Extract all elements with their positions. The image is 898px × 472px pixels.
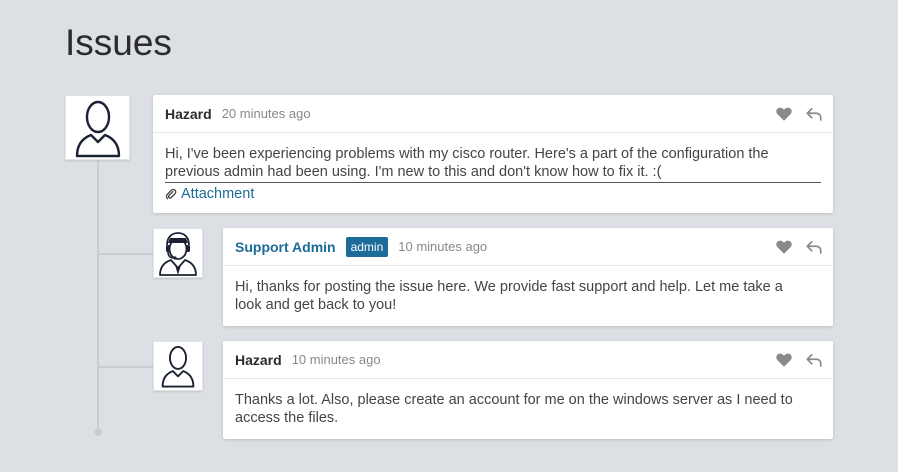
comment-card: Hazard 10 minutes ago Thanks a lot. Also… <box>223 341 833 439</box>
reply-arrow-icon[interactable] <box>805 238 823 256</box>
paperclip-icon <box>165 188 177 200</box>
comment-card: Hazard 20 minutes ago Hi, I've been expe… <box>153 95 833 213</box>
user-outline-icon <box>161 345 195 388</box>
message-line: look and get back to you! <box>235 297 397 313</box>
comment-body: Hi, thanks for posting the issue here. W… <box>223 266 833 326</box>
comment-actions <box>775 238 823 256</box>
attachment-link[interactable]: Attachment <box>165 185 254 203</box>
comment-author[interactable]: Hazard <box>235 352 282 368</box>
comment-card: Support Admin admin 10 minutes ago Hi, t… <box>223 228 833 326</box>
avatar[interactable] <box>65 95 130 160</box>
comment-header: Support Admin admin 10 minutes ago <box>223 228 833 266</box>
message-line: access the files. <box>235 410 339 426</box>
user-outline-icon <box>75 100 120 157</box>
role-badge: admin <box>345 236 389 257</box>
comment-actions <box>775 105 823 123</box>
message-line: Hi, I've been experiencing problems with… <box>165 146 769 162</box>
avatar[interactable] <box>153 341 203 391</box>
heart-icon[interactable] <box>775 105 793 123</box>
comment-body: Thanks a lot. Also, please create an acc… <box>223 379 833 439</box>
comment-author[interactable]: Support Admin <box>235 239 336 255</box>
heart-icon[interactable] <box>775 238 793 256</box>
comment-author[interactable]: Hazard <box>165 106 212 122</box>
comment-actions <box>775 351 823 369</box>
message-line: Hi, thanks for posting the issue here. W… <box>235 279 783 295</box>
thread-branch <box>98 253 154 255</box>
reply-arrow-icon[interactable] <box>805 351 823 369</box>
attachment-label: Attachment <box>181 186 255 202</box>
support-agent-headset-icon <box>159 232 197 276</box>
comment-timestamp: 10 minutes ago <box>291 352 381 367</box>
thread-end-dot <box>94 428 102 436</box>
avatar[interactable] <box>153 228 203 278</box>
comment-timestamp: 20 minutes ago <box>221 106 311 121</box>
heart-icon[interactable] <box>775 351 793 369</box>
comment-header: Hazard 10 minutes ago <box>223 341 833 379</box>
comment-header: Hazard 20 minutes ago <box>153 95 833 133</box>
reply-arrow-icon[interactable] <box>805 105 823 123</box>
message-line: Thanks a lot. Also, please create an acc… <box>235 392 793 408</box>
comment-body: Hi, I've been experiencing problems with… <box>153 133 833 217</box>
comment-timestamp: 10 minutes ago <box>398 239 488 254</box>
comment-message: Hi, I've been experiencing problems with… <box>165 145 821 183</box>
thread-branch <box>98 366 154 368</box>
thread-connector-line <box>97 158 99 432</box>
message-line: previous admin had been using. I'm new t… <box>165 164 662 180</box>
page-title: Issues <box>65 22 172 63</box>
